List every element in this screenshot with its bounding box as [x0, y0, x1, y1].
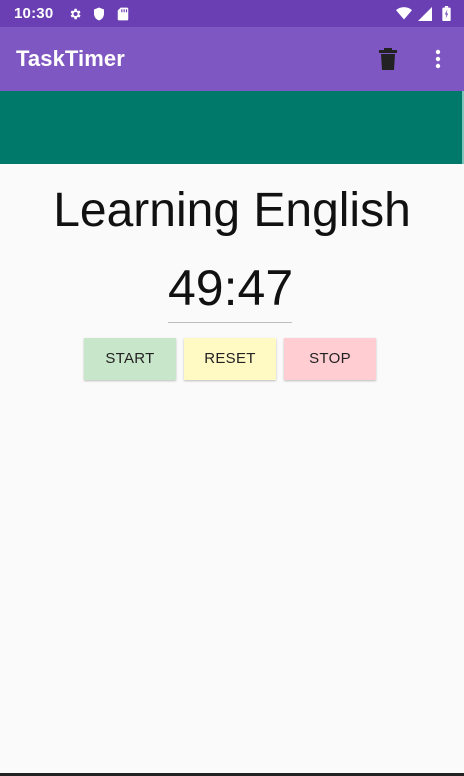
status-left-icons	[67, 6, 131, 22]
app-actions	[374, 43, 452, 75]
app-title: TaskTimer	[16, 46, 125, 71]
status-right-icons	[396, 6, 454, 22]
gear-icon	[67, 6, 83, 22]
status-bar: 10:30	[0, 0, 464, 27]
overflow-menu-icon[interactable]	[424, 43, 452, 75]
header-banner	[0, 91, 464, 164]
signal-icon	[417, 6, 433, 22]
shield-icon	[91, 6, 107, 22]
timer-field[interactable]: 49:47	[168, 257, 293, 323]
reset-button[interactable]: RESET	[184, 338, 276, 380]
wifi-icon	[396, 6, 412, 22]
battery-icon	[438, 6, 454, 22]
app-bar: TaskTimer	[0, 27, 464, 91]
status-time: 10:30	[14, 5, 54, 22]
stop-button[interactable]: STOP	[284, 338, 376, 380]
start-button[interactable]: START	[84, 338, 176, 380]
trash-icon[interactable]	[374, 43, 402, 75]
timer-display[interactable]: 49:47	[168, 257, 293, 319]
sd-card-icon	[115, 6, 131, 22]
task-name: Learning English	[53, 184, 411, 237]
